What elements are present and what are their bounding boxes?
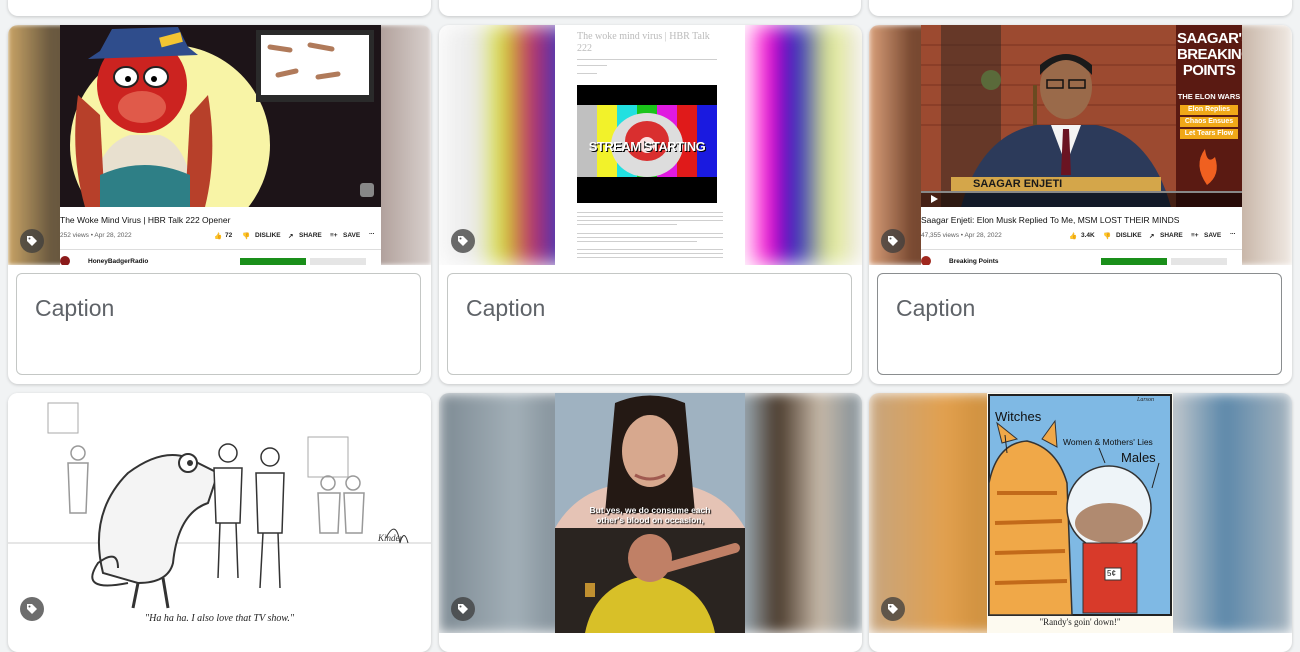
divider	[60, 249, 381, 250]
label-women-lies: Women & Mothers' Lies	[1063, 437, 1153, 447]
caption-input[interactable]	[894, 294, 1268, 323]
artist-signature: Kinder	[378, 533, 404, 543]
segment-item: Chaos Ensues	[1184, 118, 1234, 125]
partial-card-top	[8, 0, 431, 16]
article-title-line2: 222	[577, 43, 592, 54]
thumbnail[interactable]: The woke mind virus | HBR Talk 222 STREA…	[439, 25, 862, 265]
save-icon[interactable]: ≡+	[330, 232, 338, 239]
image-card[interactable]: The Woke Mind Virus | HBR Talk 222 Opene…	[8, 25, 431, 384]
divider	[921, 249, 1242, 250]
tag-icon	[27, 236, 37, 246]
tag-icon	[458, 604, 468, 614]
caption-field[interactable]	[877, 273, 1282, 375]
channel-avatar[interactable]	[60, 256, 70, 265]
like-count[interactable]: 72	[225, 232, 232, 239]
like-count[interactable]: 3.4K	[1081, 232, 1095, 239]
image-card[interactable]: But yes, we do consume each other's bloo…	[439, 393, 862, 652]
save-label[interactable]: SAVE	[343, 232, 360, 239]
image-card[interactable]: "Ha ha ha. I also love that TV show." Ki…	[8, 393, 431, 652]
share-label[interactable]: SHARE	[1160, 232, 1183, 239]
cartoon-illustration	[8, 393, 431, 633]
tag-icon	[888, 604, 898, 614]
tag-button[interactable]	[881, 229, 905, 253]
dislike-icon[interactable]: 👎	[242, 232, 250, 240]
logo-line: BREAKING	[1177, 46, 1242, 63]
thumbnail[interactable]: Witches Women & Mothers' Lies Males 5¢ "…	[869, 393, 1292, 633]
label-males: Males	[1121, 450, 1156, 465]
article-title: The woke mind virus | HBR Talk	[577, 31, 710, 42]
caption-field[interactable]	[447, 273, 852, 375]
label-witches: Witches	[995, 409, 1042, 424]
image-card[interactable]: Witches Women & Mothers' Lies Males 5¢ "…	[869, 393, 1292, 652]
tag-button[interactable]	[20, 229, 44, 253]
subscribed-button[interactable]	[1171, 258, 1227, 265]
like-icon[interactable]: 👍	[1069, 232, 1077, 240]
tag-button[interactable]	[451, 229, 475, 253]
partial-card-top	[439, 0, 861, 16]
tag-button[interactable]	[451, 597, 475, 621]
dislike-icon[interactable]: 👎	[1103, 232, 1111, 240]
segment-item: Elon Replies	[1187, 106, 1230, 113]
subscribed-button[interactable]	[310, 258, 366, 265]
more-icon[interactable]: ...	[369, 229, 374, 236]
partial-card-top	[869, 0, 1292, 16]
tag-icon	[458, 236, 468, 246]
logo-line: SAAGAR'S	[1177, 30, 1242, 47]
share-label[interactable]: SHARE	[299, 232, 322, 239]
machine-price: 5¢	[1107, 569, 1116, 578]
channel-name[interactable]: HoneyBadgerRadio	[88, 258, 148, 265]
subscribe-button[interactable]	[240, 258, 306, 265]
comic-image: Witches Women & Mothers' Lies Males 5¢ "…	[987, 393, 1173, 633]
video-title[interactable]: The Woke Mind Virus | HBR Talk 222 Opene…	[60, 215, 230, 225]
artist-signature: Larson	[1137, 397, 1155, 403]
thumbnail[interactable]: "Ha ha ha. I also love that TV show." Ki…	[8, 393, 431, 633]
cartoon-caption: "Ha ha ha. I also love that TV show."	[144, 613, 295, 624]
comic-caption: "Randy's goin' down!"	[1039, 617, 1121, 627]
segment-item: Let Tears Flow	[1184, 130, 1234, 137]
tag-button[interactable]	[881, 597, 905, 621]
subtitle-line: other's blood on occasion,	[596, 515, 704, 525]
save-icon[interactable]: ≡+	[1191, 232, 1199, 239]
subscribe-button[interactable]	[1101, 258, 1167, 265]
channel-name[interactable]: Breaking Points	[949, 258, 998, 265]
meme-subtitle: But yes, we do consume each other's bloo…	[555, 505, 745, 525]
image-card[interactable]: The woke mind virus | HBR Talk 222 STREA…	[439, 25, 862, 384]
thumbnail[interactable]: SAAGAR'S BREAKING POINTS THE ELON WARS E…	[869, 25, 1292, 265]
thumbnail[interactable]: But yes, we do consume each other's bloo…	[439, 393, 862, 633]
tag-button[interactable]	[20, 597, 44, 621]
more-icon[interactable]: ...	[1230, 229, 1235, 236]
subtitle-line: But yes, we do consume each	[589, 505, 711, 515]
screenshot-article: The woke mind virus | HBR Talk 222 STREA…	[555, 25, 745, 265]
caption-input[interactable]	[33, 294, 407, 323]
save-label[interactable]: SAVE	[1204, 232, 1221, 239]
thumbnail[interactable]: The Woke Mind Virus | HBR Talk 222 Opene…	[8, 25, 431, 265]
dislike-label[interactable]: DISLIKE	[1116, 232, 1142, 239]
video-meta: 252 views • Apr 28, 2022	[60, 232, 132, 239]
like-icon[interactable]: 👍	[214, 232, 222, 240]
cartoon-illustration	[60, 25, 381, 207]
screenshot-youtube: SAAGAR'S BREAKING POINTS THE ELON WARS E…	[921, 25, 1242, 265]
segment-header: THE ELON WARS	[1177, 92, 1241, 101]
tag-icon	[888, 236, 898, 246]
tag-icon	[27, 604, 37, 614]
dislike-label[interactable]: DISLIKE	[255, 232, 281, 239]
video-title[interactable]: Saagar Enjeti: Elon Musk Replied To Me, …	[921, 215, 1179, 225]
channel-avatar[interactable]	[921, 256, 931, 265]
show-logo: SAAGAR'S BREAKING POINTS	[1177, 30, 1242, 79]
meme-image: But yes, we do consume each other's bloo…	[555, 393, 745, 633]
share-icon[interactable]: ↗	[288, 232, 293, 240]
lower-third-name: SAAGAR ENJETI	[973, 178, 1063, 190]
screenshot-youtube: The Woke Mind Virus | HBR Talk 222 Opene…	[60, 25, 381, 265]
caption-field[interactable]	[16, 273, 421, 375]
video-overlay-text: STREAM STARTING	[588, 139, 706, 154]
video-meta: 47,355 views • Apr 28, 2022	[921, 232, 1002, 239]
share-icon[interactable]: ↗	[1149, 232, 1154, 240]
image-card[interactable]: SAAGAR'S BREAKING POINTS THE ELON WARS E…	[869, 25, 1292, 384]
caption-input[interactable]	[464, 294, 838, 323]
logo-line: POINTS	[1182, 62, 1236, 79]
